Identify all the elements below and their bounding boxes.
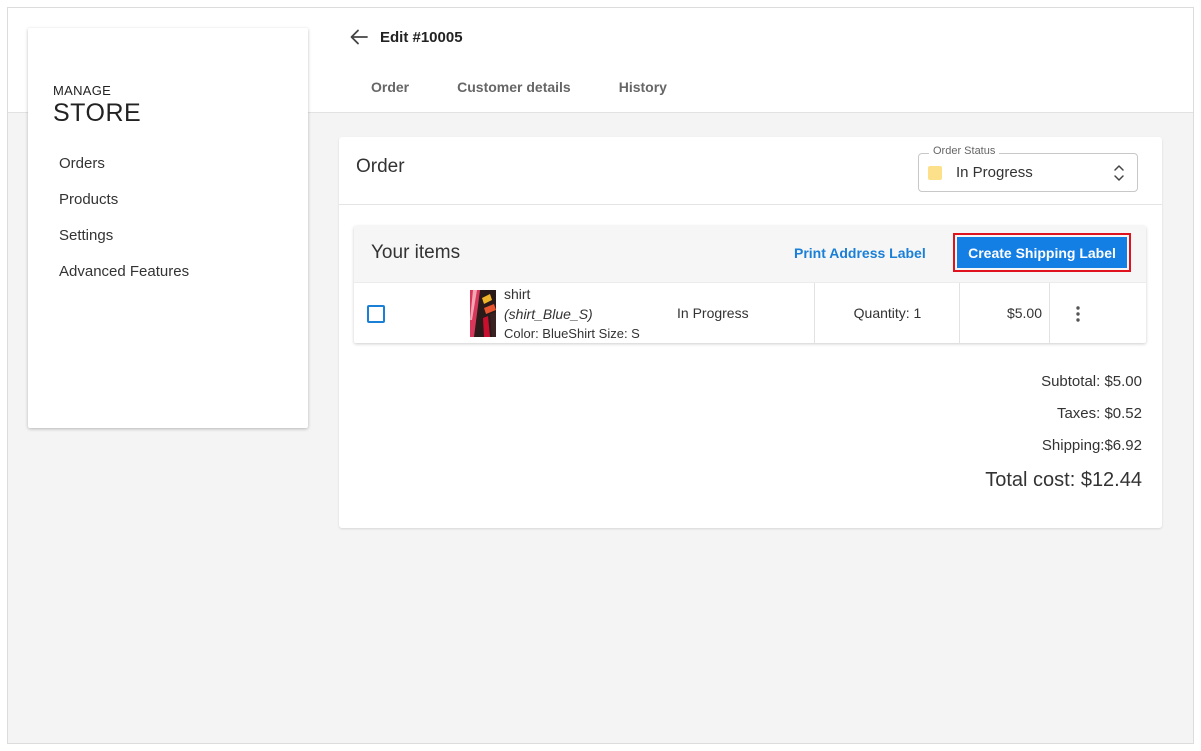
sidebar-item-orders[interactable]: Orders — [59, 154, 189, 190]
create-shipping-label-highlight: Create Shipping Label — [953, 233, 1131, 272]
total-cost: Total cost: $12.44 — [985, 469, 1142, 491]
order-card-header: Order Order Status In Progress — [339, 137, 1162, 205]
product-attributes: Color: BlueShirt Size: S — [504, 326, 640, 341]
status-color-swatch — [928, 166, 942, 180]
print-address-label-button[interactable]: Print Address Label — [794, 245, 926, 261]
shipping-cost: Shipping:$6.92 — [1041, 437, 1142, 454]
brand-subtitle: MANAGE — [53, 83, 112, 98]
order-totals: Subtotal: $5.00 Taxes: $0.52 Shipping:$6… — [985, 373, 1142, 492]
arrow-left-icon[interactable] — [348, 26, 370, 48]
item-quantity: Quantity: 1 — [853, 305, 922, 321]
order-card-title: Order — [356, 156, 405, 177]
table-row: shirt (shirt_Blue_S) Color: BlueShirt Si… — [354, 283, 1146, 343]
sidebar-nav: Orders Products Settings Advanced Featur… — [59, 154, 189, 298]
order-status-label: Order Status — [929, 145, 1000, 157]
more-vert-icon[interactable] — [1064, 302, 1092, 326]
items-panel: Your items Print Address Label Create Sh… — [354, 226, 1146, 343]
items-title: Your items — [371, 242, 461, 263]
item-price: $5.00 — [1006, 305, 1042, 321]
app-window: MANAGE STORE Orders Products Settings Ad… — [7, 7, 1194, 744]
column-divider — [1049, 283, 1050, 343]
taxes: Taxes: $0.52 — [1056, 405, 1142, 422]
brand-title: STORE — [53, 99, 142, 127]
sidebar-item-products[interactable]: Products — [59, 190, 189, 226]
tab-bar: Order Customer details History — [371, 79, 715, 95]
chevron-up-down-icon — [1113, 162, 1125, 184]
item-status: In Progress — [677, 305, 749, 321]
tab-history[interactable]: History — [619, 79, 667, 95]
tab-customer-details[interactable]: Customer details — [457, 79, 571, 95]
order-status-select[interactable]: Order Status In Progress — [918, 145, 1138, 192]
order-card: Order Order Status In Progress Your item… — [339, 137, 1162, 528]
items-panel-header: Your items Print Address Label Create Sh… — [354, 226, 1146, 283]
product-sku: (shirt_Blue_S) — [504, 306, 593, 322]
create-shipping-label-button[interactable]: Create Shipping Label — [957, 237, 1127, 268]
product-thumbnail — [470, 290, 496, 337]
sidebar-item-advanced-features[interactable]: Advanced Features — [59, 262, 189, 298]
page-header: Edit #10005 — [348, 26, 463, 48]
order-status-value: In Progress — [956, 164, 1033, 181]
tab-order[interactable]: Order — [371, 79, 409, 95]
sidebar: MANAGE STORE Orders Products Settings Ad… — [28, 28, 308, 428]
sidebar-item-settings[interactable]: Settings — [59, 226, 189, 262]
product-name[interactable]: shirt — [504, 286, 530, 302]
page-title: Edit #10005 — [380, 28, 463, 46]
subtotal: Subtotal: $5.00 — [1041, 373, 1142, 390]
item-checkbox[interactable] — [367, 305, 385, 323]
